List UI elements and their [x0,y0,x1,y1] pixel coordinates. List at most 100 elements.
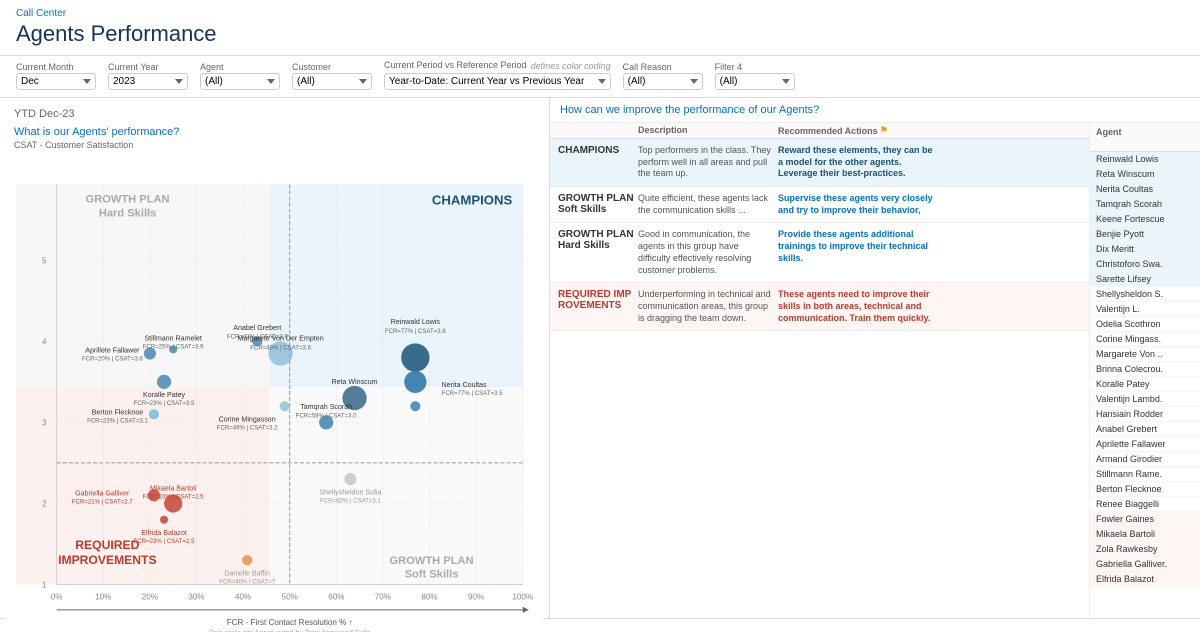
agent-name: Armand Girodier [1096,454,1200,464]
agent-name: Koralle Patey [1096,379,1200,389]
agent-row: Fowler Gaines ✓ 7,618 22% 2.6 [1090,512,1200,527]
chart-title-link[interactable]: What is our Agents' performance? [6,124,543,140]
chart-sub-label: CSAT - Customer Satisfaction [6,140,543,152]
agent-row: Odelia Scothron 460 58% 3.1 [1090,317,1200,332]
agent-row: Zola Rawkesby 4,670 22% 2.5 [1090,542,1200,557]
svg-text:FCR=58% | CSAT=3.0: FCR=58% | CSAT=3.0 [296,413,357,419]
agent-row: Christoforo Swa. ✓ 988 79% 3.7 [1090,257,1200,272]
svg-text:10%: 10% [95,593,111,602]
customer-select[interactable]: (All) [292,73,372,90]
agent-name: Odelia Scothron [1096,319,1200,329]
agent-row: Koralle Patey ✓ 6,585 23% 3.5 [1090,377,1200,392]
segment-row-champions: CHAMPIONS Top performers in the class. T… [550,139,1089,187]
agent-select[interactable]: (All) [200,73,280,90]
agent-name: Valentijn L. [1096,304,1200,314]
period-select[interactable]: Year-to-Date: Current Year vs Previous Y… [384,73,611,90]
agent-row: Brinna Colecrou. ✓ 12,336 22% 3.2 [1090,362,1200,377]
ytd-label: YTD Dec-23 [6,104,543,124]
svg-text:FCR=23% | CSAT=3.5: FCR=23% | CSAT=3.5 [134,401,195,407]
agent-row: Dix Meritt ✓ 1,551 56% 3.2 [1090,242,1200,257]
agent-row: Reta Winscum ✓ 11,083 64% 3.3 [1090,167,1200,182]
svg-text:Hard Skills: Hard Skills [99,208,157,220]
agent-row: Mikaela Bartoli ✓ 7,477 23% 2.5 [1090,527,1200,542]
right-panel-header: How can we improve the performance of ou… [550,98,1200,123]
filter4-select[interactable]: (All) [715,73,795,90]
filter-current-year: Current Year 2023 [108,62,188,90]
agent-name: Benjie Pyott [1096,229,1200,239]
svg-text:90%: 90% [468,593,484,602]
svg-text:FCR=77% | CSAT=3.8: FCR=77% | CSAT=3.8 [385,329,446,335]
segments-header: Description Recommended Actions ⚑ [550,123,1089,139]
filter-call-reason: Call Reason (All) [623,62,703,90]
agent-name: Brinna Colecrou. [1096,364,1200,374]
svg-text:Margarete Von Der Empten: Margarete Von Der Empten [237,334,323,342]
agent-row: Tamqrah Scorah ✓ 3,532 58% 3.0 [1090,197,1200,212]
svg-text:20%: 20% [142,593,158,602]
agent-name: Zola Rawkesby [1096,544,1200,554]
agents-table-header: Agent ANSWERED CALLS FCR CSAT [1090,123,1200,152]
segment-row-required: REQUIRED IMPROVEMENTS Underperforming in… [550,283,1089,331]
svg-text:Reta Winscum: Reta Winscum [332,378,378,386]
agent-name: Keene Fortescue [1096,214,1200,224]
svg-text:Stillmann Ramelet: Stillmann Ramelet [144,334,201,342]
segments-panel: Description Recommended Actions ⚑ CHAMPI… [550,123,1090,618]
svg-text:Gabriella Galliver: Gabriella Galliver [75,489,130,497]
agent-row: Anabel Grebert ✓ 3,494 43% 3.6 [1090,422,1200,437]
agents-panel: Agent ANSWERED CALLS FCR CSAT Reinwald L… [1090,123,1200,618]
svg-text:CHAMPIONS: CHAMPIONS [432,193,513,208]
agent-name: Stillmann Rame. [1096,469,1200,479]
agent-name: Fowler Gaines [1096,514,1200,524]
agent-row: Shellysheldon S. 7,516 63% 3.4 [1090,287,1200,302]
call-reason-select[interactable]: (All) [623,73,703,90]
svg-text:FCR=48% | CSAT=3.6: FCR=48% | CSAT=3.6 [250,345,311,351]
svg-text:2: 2 [42,499,47,508]
agent-row: Margarete Von .. ✓ 12,970 48% 3.8 [1090,347,1200,362]
left-panel: YTD Dec-23 What is our Agents' performan… [0,98,550,618]
svg-text:GROWTH PLAN: GROWTH PLAN [390,555,474,567]
agent-row: Berton Flecknoe ✓ 397 21% 3.1 [1090,482,1200,497]
agent-name: Hansiain Rodder [1096,409,1200,419]
agent-name: Gabriella Galliver. [1096,559,1200,569]
agent-name: Tamqrah Scorah [1096,199,1200,209]
filter-customer: Customer (All) [292,62,372,90]
svg-text:FCR=77% | CSAT=3.5: FCR=77% | CSAT=3.5 [442,391,503,397]
segment-row-growth-hard: GROWTH PLANHard Skills Good in communica… [550,223,1089,283]
svg-text:Corine Mingasson: Corine Mingasson [219,415,276,423]
svg-text:100%: 100% [512,593,533,602]
current-year-select[interactable]: 2023 [108,73,188,90]
svg-text:FCR=23% | CSAT=2.5: FCR=23% | CSAT=2.5 [134,539,195,545]
svg-text:FCR=49% | CSAT=3.2: FCR=49% | CSAT=3.2 [217,425,278,431]
agent-row: Renee Biaggelli 336 21% 3.3 [1090,497,1200,512]
main-content: YTD Dec-23 What is our Agents' performan… [0,98,1200,618]
agent-row: Gabriella Galliver. ✓ 2,697 21% 2.7 [1090,557,1200,572]
scatter-chart: 1 2 3 4 5 0% 10% 20% [6,152,543,632]
svg-text:FCR=60% | CSAT=3.1: FCR=60% | CSAT=3.1 [320,498,381,504]
current-month-select[interactable]: Dec [16,73,96,90]
svg-text:GROWTH PLAN: GROWTH PLAN [86,194,170,206]
svg-text:Reinwald Lowis: Reinwald Lowis [391,318,441,326]
agent-name: Mikaela Bartoli [1096,529,1200,539]
svg-text:Elfrida Balazot: Elfrida Balazot [141,529,187,537]
svg-text:3: 3 [42,418,47,427]
breadcrumb[interactable]: Call Center [16,8,1184,19]
svg-text:Nerita Coultas: Nerita Coultas [442,381,487,389]
svg-text:50%: 50% [282,593,298,602]
svg-text:1: 1 [42,581,47,590]
top-bar: Call Center Agents Performance Current M… [0,0,1200,98]
agent-row: Corine Mingass. ✓ 14,373 49% 3.2 [1090,332,1200,347]
svg-text:FCR=20% | CSAT=3.8: FCR=20% | CSAT=3.8 [82,357,143,363]
svg-text:Aprillete Fallawer: Aprillete Fallawer [85,346,140,354]
filters-bar: Current Month Dec Current Year 2023 Agen… [0,56,1200,98]
svg-text:70%: 70% [375,593,391,602]
agent-name: Anabel Grebert [1096,424,1200,434]
segment-row-growth-soft: GROWTH PLANSoft Skills Quite efficient, … [550,187,1089,223]
agent-row: Aprilette Fallawer 932 20% 3.9 [1090,437,1200,452]
svg-text:Soft Skills: Soft Skills [405,568,459,580]
svg-text:30%: 30% [188,593,204,602]
right-panel: How can we improve the performance of ou… [550,98,1200,618]
agent-row: Sarette Lifsey ✓ 754 56% 3.6 [1090,272,1200,287]
svg-text:0%: 0% [51,593,63,602]
svg-text:80%: 80% [421,593,437,602]
agent-name: Reta Winscum [1096,169,1200,179]
svg-text:4: 4 [42,337,47,346]
